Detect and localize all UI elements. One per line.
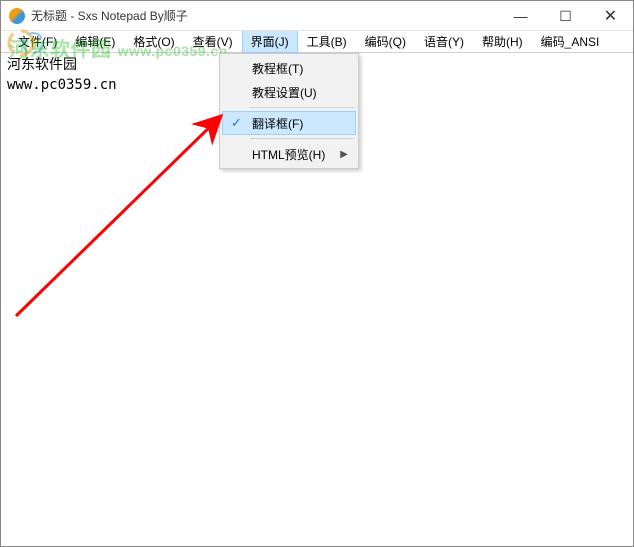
menu-view[interactable]: 查看(V) <box>184 30 242 53</box>
check-icon: ✓ <box>231 115 242 131</box>
close-button[interactable]: ✕ <box>588 1 633 31</box>
menu-voice[interactable]: 语音(Y) <box>415 30 473 53</box>
menubar: 文件(F) 编辑(E) 格式(O) 查看(V) 界面(J) 工具(B) 编码(Q… <box>1 31 633 53</box>
window-controls: — ☐ ✕ <box>498 1 633 31</box>
menu-interface[interactable]: 界面(J) <box>242 30 298 53</box>
dropdown-tutorial-settings[interactable]: 教程设置(U) <box>222 80 356 104</box>
app-icon <box>9 8 25 24</box>
dropdown-item-label: 翻译框(F) <box>252 115 303 132</box>
menu-encoding-ansi[interactable]: 编码_ANSI <box>532 30 609 53</box>
titlebar: 无标题 - Sxs Notepad By顺子 — ☐ ✕ <box>1 1 633 31</box>
dropdown-separator <box>250 107 354 108</box>
menu-format[interactable]: 格式(O) <box>124 30 183 53</box>
dropdown-tutorial-box[interactable]: 教程框(T) <box>222 56 356 80</box>
maximize-button[interactable]: ☐ <box>543 1 588 31</box>
menu-encoding[interactable]: 编码(Q) <box>356 30 415 53</box>
window-title: 无标题 - Sxs Notepad By顺子 <box>31 7 188 24</box>
menu-help[interactable]: 帮助(H) <box>473 30 532 53</box>
menu-tools[interactable]: 工具(B) <box>298 30 356 53</box>
dropdown-html-preview[interactable]: HTML预览(H) ▶ <box>222 142 356 166</box>
dropdown-item-label: HTML预览(H) <box>252 146 325 163</box>
dropdown-translate-box[interactable]: ✓ 翻译框(F) <box>222 111 356 135</box>
interface-dropdown: 教程框(T) 教程设置(U) ✓ 翻译框(F) HTML预览(H) ▶ <box>219 53 359 169</box>
menu-edit[interactable]: 编辑(E) <box>66 30 124 53</box>
dropdown-item-label: 教程设置(U) <box>252 84 317 101</box>
dropdown-item-label: 教程框(T) <box>252 60 303 77</box>
menu-file[interactable]: 文件(F) <box>9 30 66 53</box>
minimize-button[interactable]: — <box>498 1 543 31</box>
dropdown-separator <box>250 138 354 139</box>
chevron-right-icon: ▶ <box>340 149 348 160</box>
